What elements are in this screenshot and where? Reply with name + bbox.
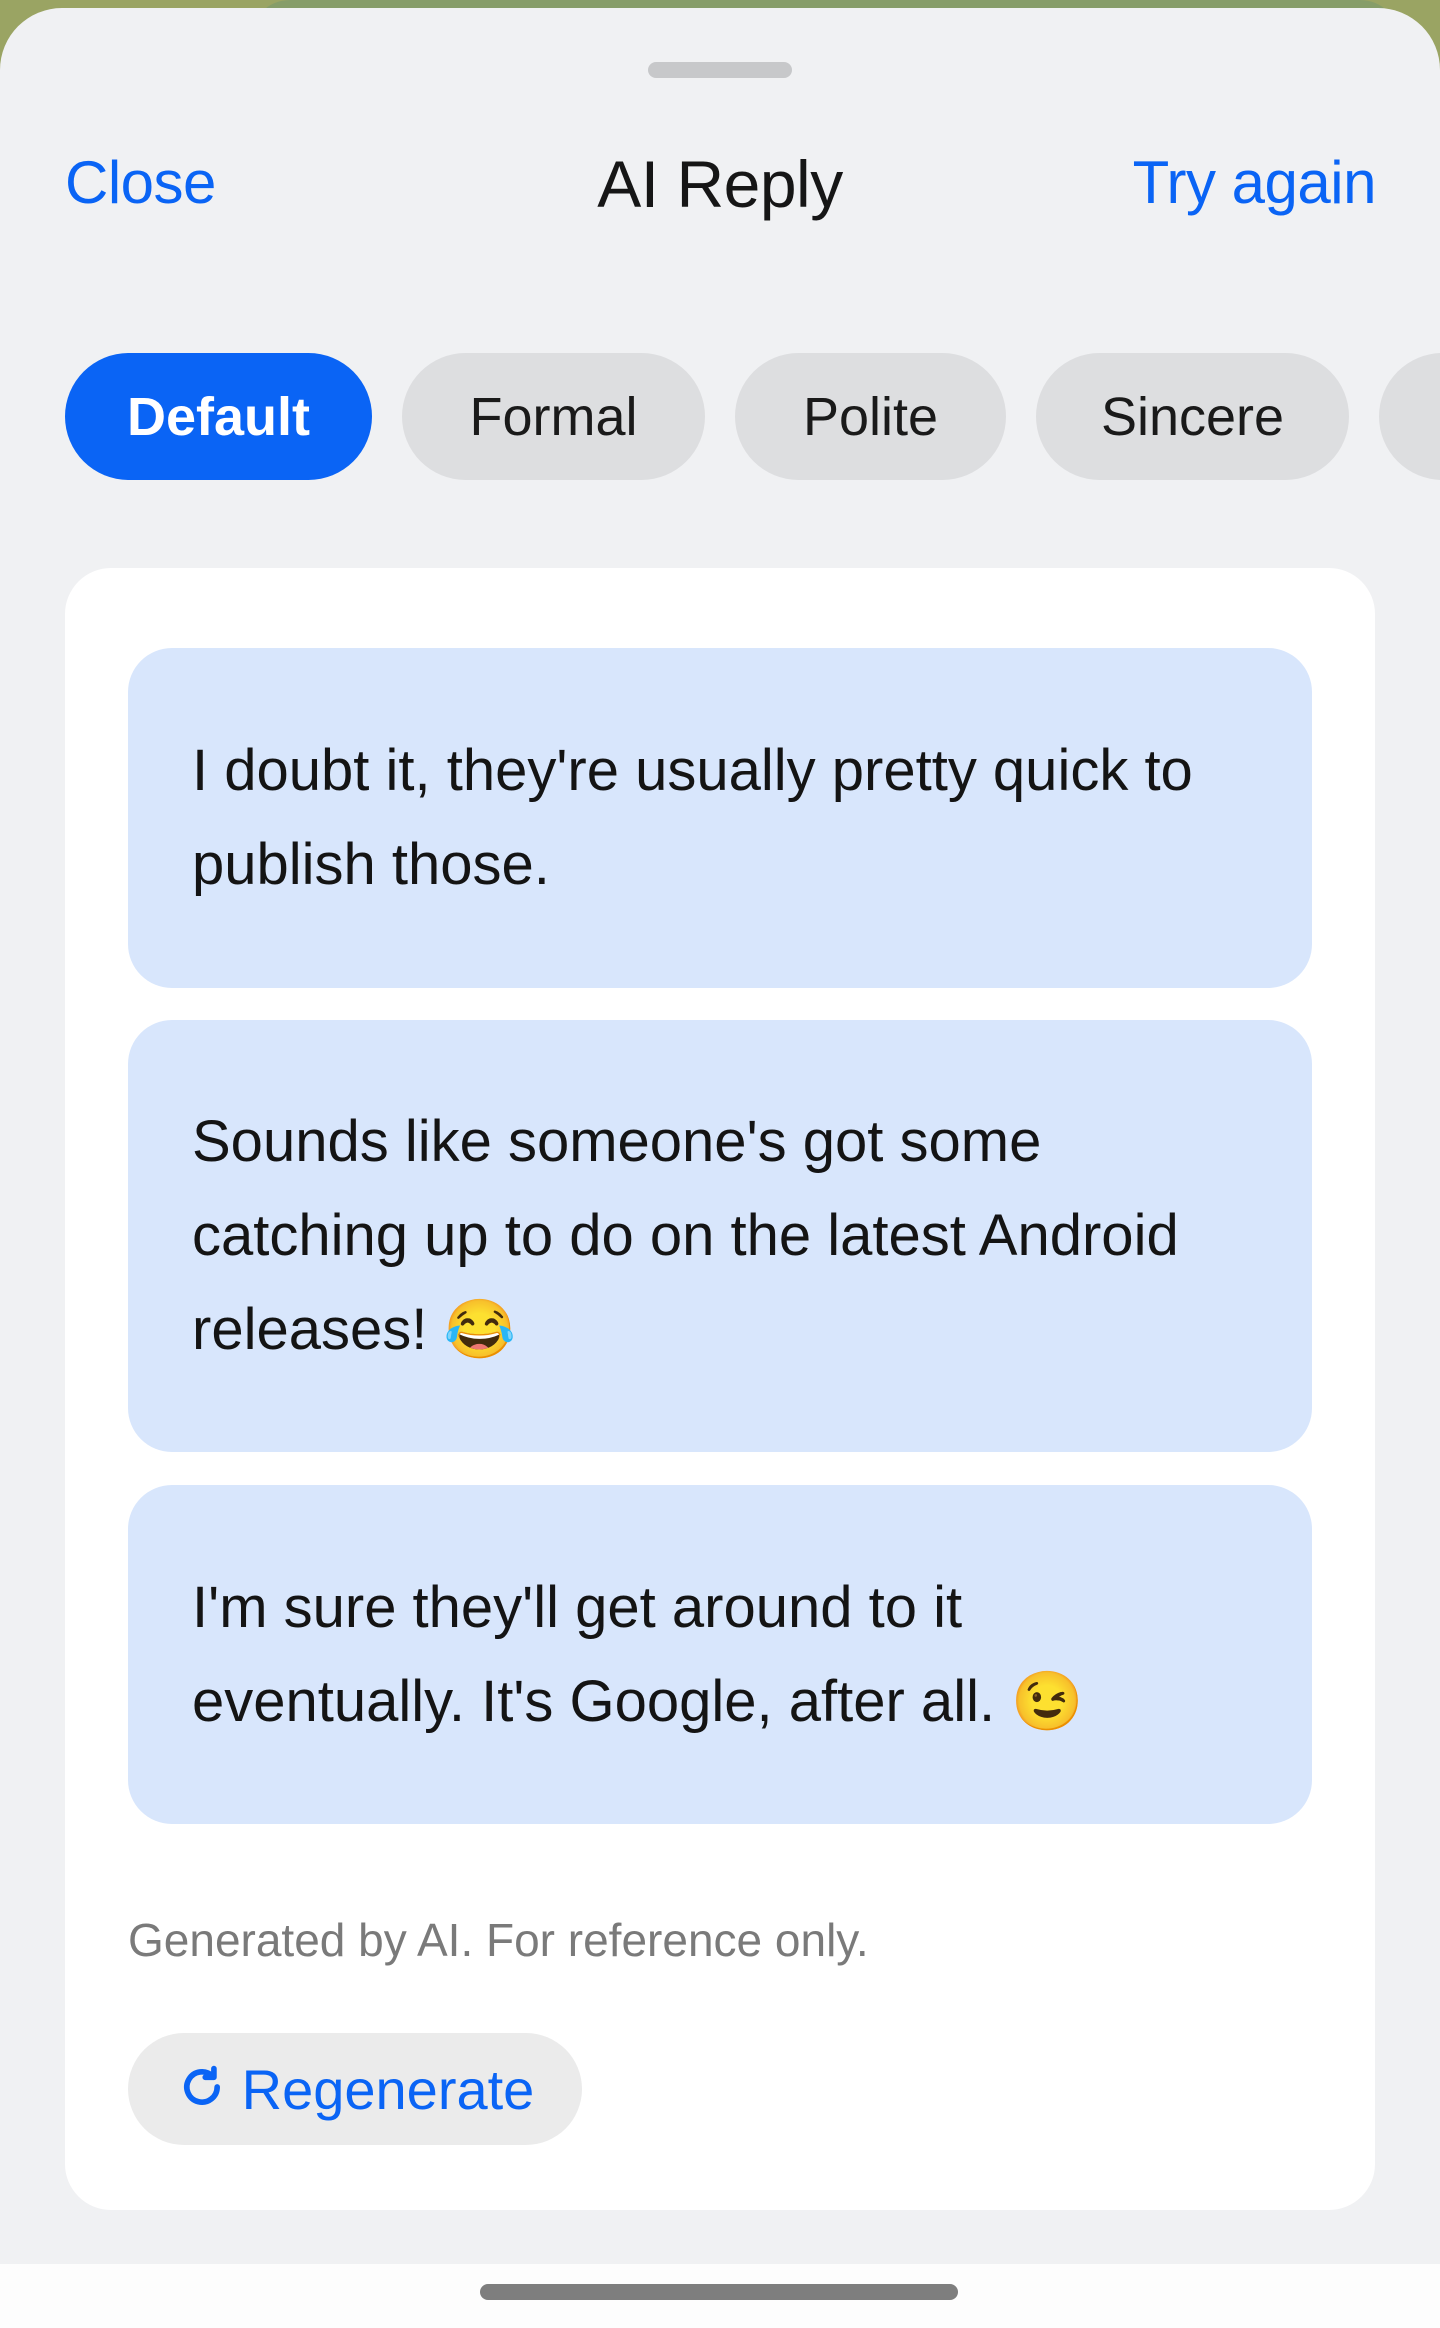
regenerate-button[interactable]: Regenerate xyxy=(128,2033,582,2145)
system-navigation-bar xyxy=(0,2264,1440,2328)
ai-disclaimer: Generated by AI. For reference only. xyxy=(128,1914,869,1966)
regenerate-label: Regenerate xyxy=(241,2057,535,2121)
tone-tabs: Default Formal Polite Sincere xyxy=(65,353,1440,480)
reply-suggestion-text: Sounds like someone's got some catching … xyxy=(192,1109,1179,1362)
ai-reply-sheet: Close AI Reply Try again Default Formal Po… xyxy=(0,8,1440,2264)
tab-default[interactable]: Default xyxy=(65,353,372,480)
reply-suggestion-text: I'm sure they'll get around to it eventu… xyxy=(192,1574,1084,1734)
suggestions-card: I doubt it, they're usually pretty quick… xyxy=(65,568,1375,2210)
tab-formal[interactable]: Formal xyxy=(402,353,705,480)
try-again-button[interactable]: Try again xyxy=(1133,148,1377,217)
tab-polite[interactable]: Polite xyxy=(735,353,1006,480)
reply-suggestion-text: I doubt it, they're usually pretty quick… xyxy=(192,738,1193,897)
gesture-home-bar[interactable] xyxy=(480,2284,958,2300)
reply-suggestion[interactable]: I'm sure they'll get around to it eventu… xyxy=(128,1485,1312,1824)
tab-more[interactable] xyxy=(1379,353,1440,480)
tab-sincere[interactable]: Sincere xyxy=(1036,353,1349,480)
refresh-icon xyxy=(176,2061,228,2118)
reply-suggestion[interactable]: Sounds like someone's got some catching … xyxy=(128,1020,1312,1452)
drag-handle[interactable] xyxy=(648,62,792,78)
reply-suggestion[interactable]: I doubt it, they're usually pretty quick… xyxy=(128,648,1312,988)
